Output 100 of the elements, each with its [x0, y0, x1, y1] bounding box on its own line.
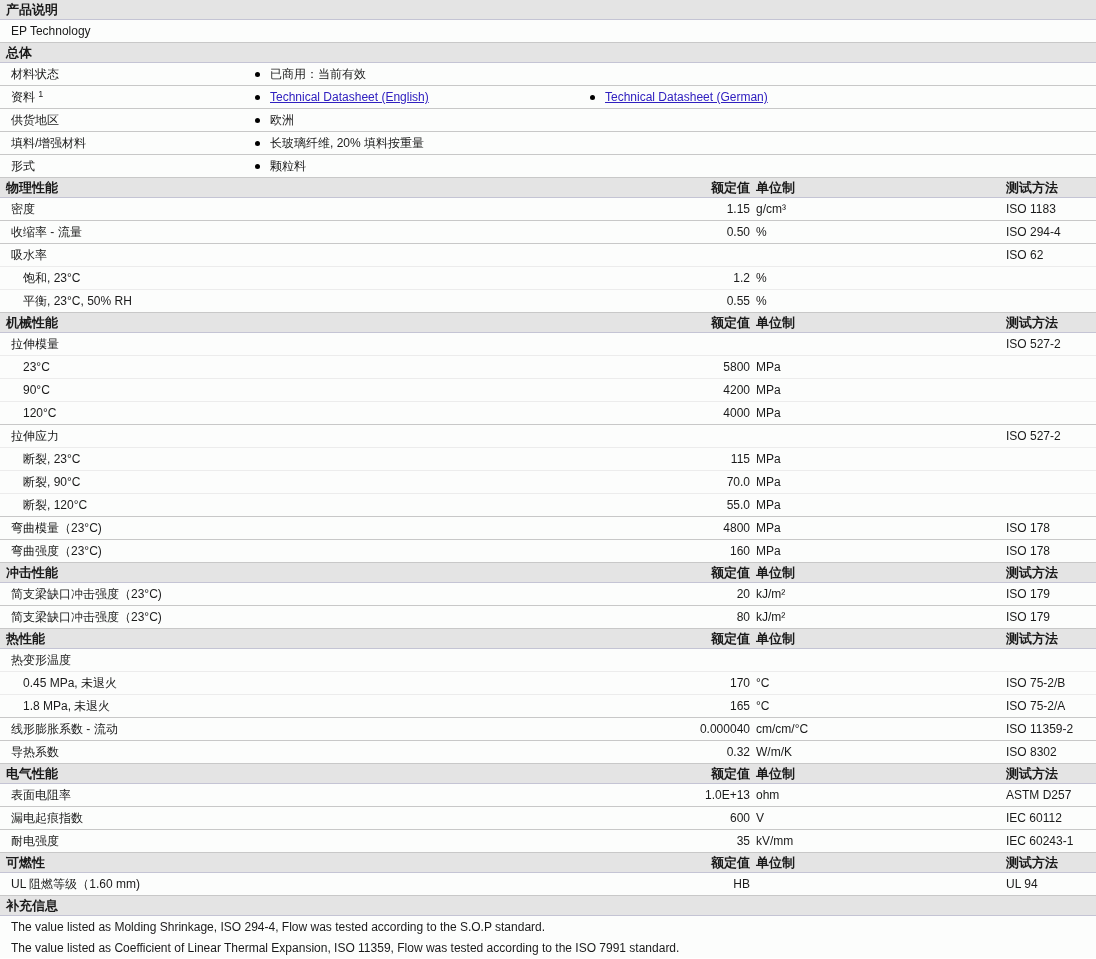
property-label: 平衡, 23°C, 50% RH	[22, 293, 133, 310]
section-title: 总体	[4, 43, 33, 62]
property-unit: MPa	[756, 406, 781, 420]
property-unit: %	[756, 271, 767, 285]
column-heading: 额定值	[710, 629, 750, 648]
column-heading: 单位制	[755, 563, 796, 582]
property-value: 35	[736, 834, 750, 848]
row-label: 材料状态	[10, 66, 60, 83]
column-heading: 单位制	[755, 313, 796, 332]
test-method: ISO 178	[1006, 543, 1051, 560]
column-heading: 额定值	[710, 313, 750, 332]
property-unit: MPa	[756, 475, 781, 489]
property-label: 饱和, 23°C	[22, 270, 82, 287]
test-method: ISO 179	[1006, 586, 1051, 603]
section-title: 物理性能	[5, 178, 59, 197]
property-unit: V	[756, 811, 764, 825]
row-label: 资料 $^{1}$	[10, 88, 45, 106]
test-method: ISO 294-4	[1006, 224, 1061, 241]
property-label: 吸水率	[10, 247, 48, 264]
bullet-icon	[590, 94, 595, 100]
property-unit: %	[756, 225, 767, 239]
property-value: 4000	[723, 406, 750, 420]
property-unit: MPa	[756, 544, 781, 558]
test-method: ISO 178	[1006, 520, 1051, 537]
bullet-icon	[255, 71, 260, 77]
property-label: 导热系数	[10, 744, 60, 761]
property-value: 4800	[723, 521, 750, 535]
property-unit: °C	[756, 676, 770, 690]
property-value: 115	[730, 452, 750, 466]
property-label: 断裂, 23°C	[22, 451, 82, 468]
section-title: 补充信息	[5, 896, 59, 915]
test-method: ISO 179	[1006, 609, 1051, 626]
row-value: 长玻璃纤维, 20% 填料按重量	[270, 135, 425, 152]
property-unit: MPa	[756, 498, 781, 512]
property-unit: MPa	[756, 360, 781, 374]
property-label: 90°C	[22, 382, 51, 399]
property-value: 70.0	[726, 475, 750, 489]
property-label: 漏电起痕指数	[10, 810, 84, 827]
property-unit: kV/mm	[756, 834, 794, 848]
column-heading: 测试方法	[1006, 178, 1058, 197]
property-label: 120°C	[22, 405, 58, 422]
property-value: 1.0E+13	[704, 788, 750, 802]
section-title: 机械性能	[4, 313, 59, 332]
property-label: 弯曲模量（23°C)	[10, 520, 103, 537]
property-value: 20	[736, 587, 750, 601]
row-label: 供货地区	[10, 112, 60, 129]
column-heading: 额定值	[710, 764, 750, 783]
property-label: 断裂, 90°C	[22, 474, 82, 491]
property-value: HB	[733, 877, 750, 891]
property-label: UL 阻燃等级（1.60 mm)	[10, 876, 141, 893]
test-method: ISO 1183	[1006, 201, 1056, 218]
datasheet-link[interactable]: Technical Datasheet (German)	[605, 88, 768, 106]
row-label: 填料/增强材料	[10, 135, 88, 152]
test-method: ASTM D257	[1006, 787, 1072, 804]
section-title: 热性能	[5, 629, 46, 648]
column-heading: 测试方法	[1006, 764, 1058, 783]
property-value: 600	[729, 811, 750, 825]
property-label: 0.45 MPa, 未退火	[22, 675, 119, 692]
property-value: 0.50	[726, 225, 750, 239]
property-value: 4200	[723, 383, 750, 397]
property-unit: kJ/m²	[756, 587, 786, 601]
property-label: 线形膨胀系数 - 流动	[10, 721, 119, 738]
property-unit: MPa	[756, 521, 781, 535]
property-label: 简支梁缺口冲击强度（23°C)	[10, 609, 163, 626]
test-method: IEC 60243-1	[1006, 833, 1074, 850]
bullet-icon	[255, 117, 260, 123]
column-heading: 测试方法	[1006, 853, 1058, 872]
property-unit: °C	[756, 699, 770, 713]
property-unit: ohm	[756, 788, 780, 802]
property-value: 5800	[723, 360, 750, 374]
column-heading: 单位制	[755, 178, 796, 197]
row-value: 颗粒料	[270, 158, 306, 175]
test-method: ISO 75-2/B	[1006, 675, 1066, 692]
test-method: ISO 75-2/A	[1006, 698, 1066, 715]
property-unit: g/cm³	[756, 202, 786, 216]
property-label: 表面电阻率	[10, 787, 72, 804]
property-value: 165	[729, 699, 750, 713]
row-label: 形式	[10, 158, 36, 175]
property-label: 拉伸应力	[10, 428, 60, 445]
property-label: 简支梁缺口冲击强度（23°C)	[10, 586, 163, 603]
property-value: 170	[729, 676, 750, 690]
property-label: 1.8 MPa, 未退火	[22, 698, 112, 715]
property-unit: MPa	[756, 383, 781, 397]
property-value: 1.15	[726, 202, 750, 216]
property-value: 160	[729, 544, 750, 558]
column-heading: 单位制	[755, 853, 796, 872]
datasheet-link[interactable]: Technical Datasheet (English)	[270, 88, 429, 106]
property-unit: W/m/K	[756, 745, 792, 759]
property-label: 收缩率 - 流量	[10, 224, 83, 241]
test-method: UL 94	[1006, 876, 1038, 893]
test-method: ISO 62	[1006, 247, 1044, 264]
test-method: ISO 8302	[1006, 744, 1057, 761]
property-label: 拉伸模量	[10, 336, 60, 353]
section-title: 电气性能	[5, 764, 59, 783]
property-unit: kJ/m²	[756, 610, 786, 624]
property-unit: MPa	[756, 452, 781, 466]
property-value: 0.55	[726, 294, 750, 308]
section-title: 冲击性能	[5, 563, 59, 582]
test-method: ISO 11359-2	[1006, 721, 1074, 738]
section-title: 产品说明	[5, 0, 59, 19]
